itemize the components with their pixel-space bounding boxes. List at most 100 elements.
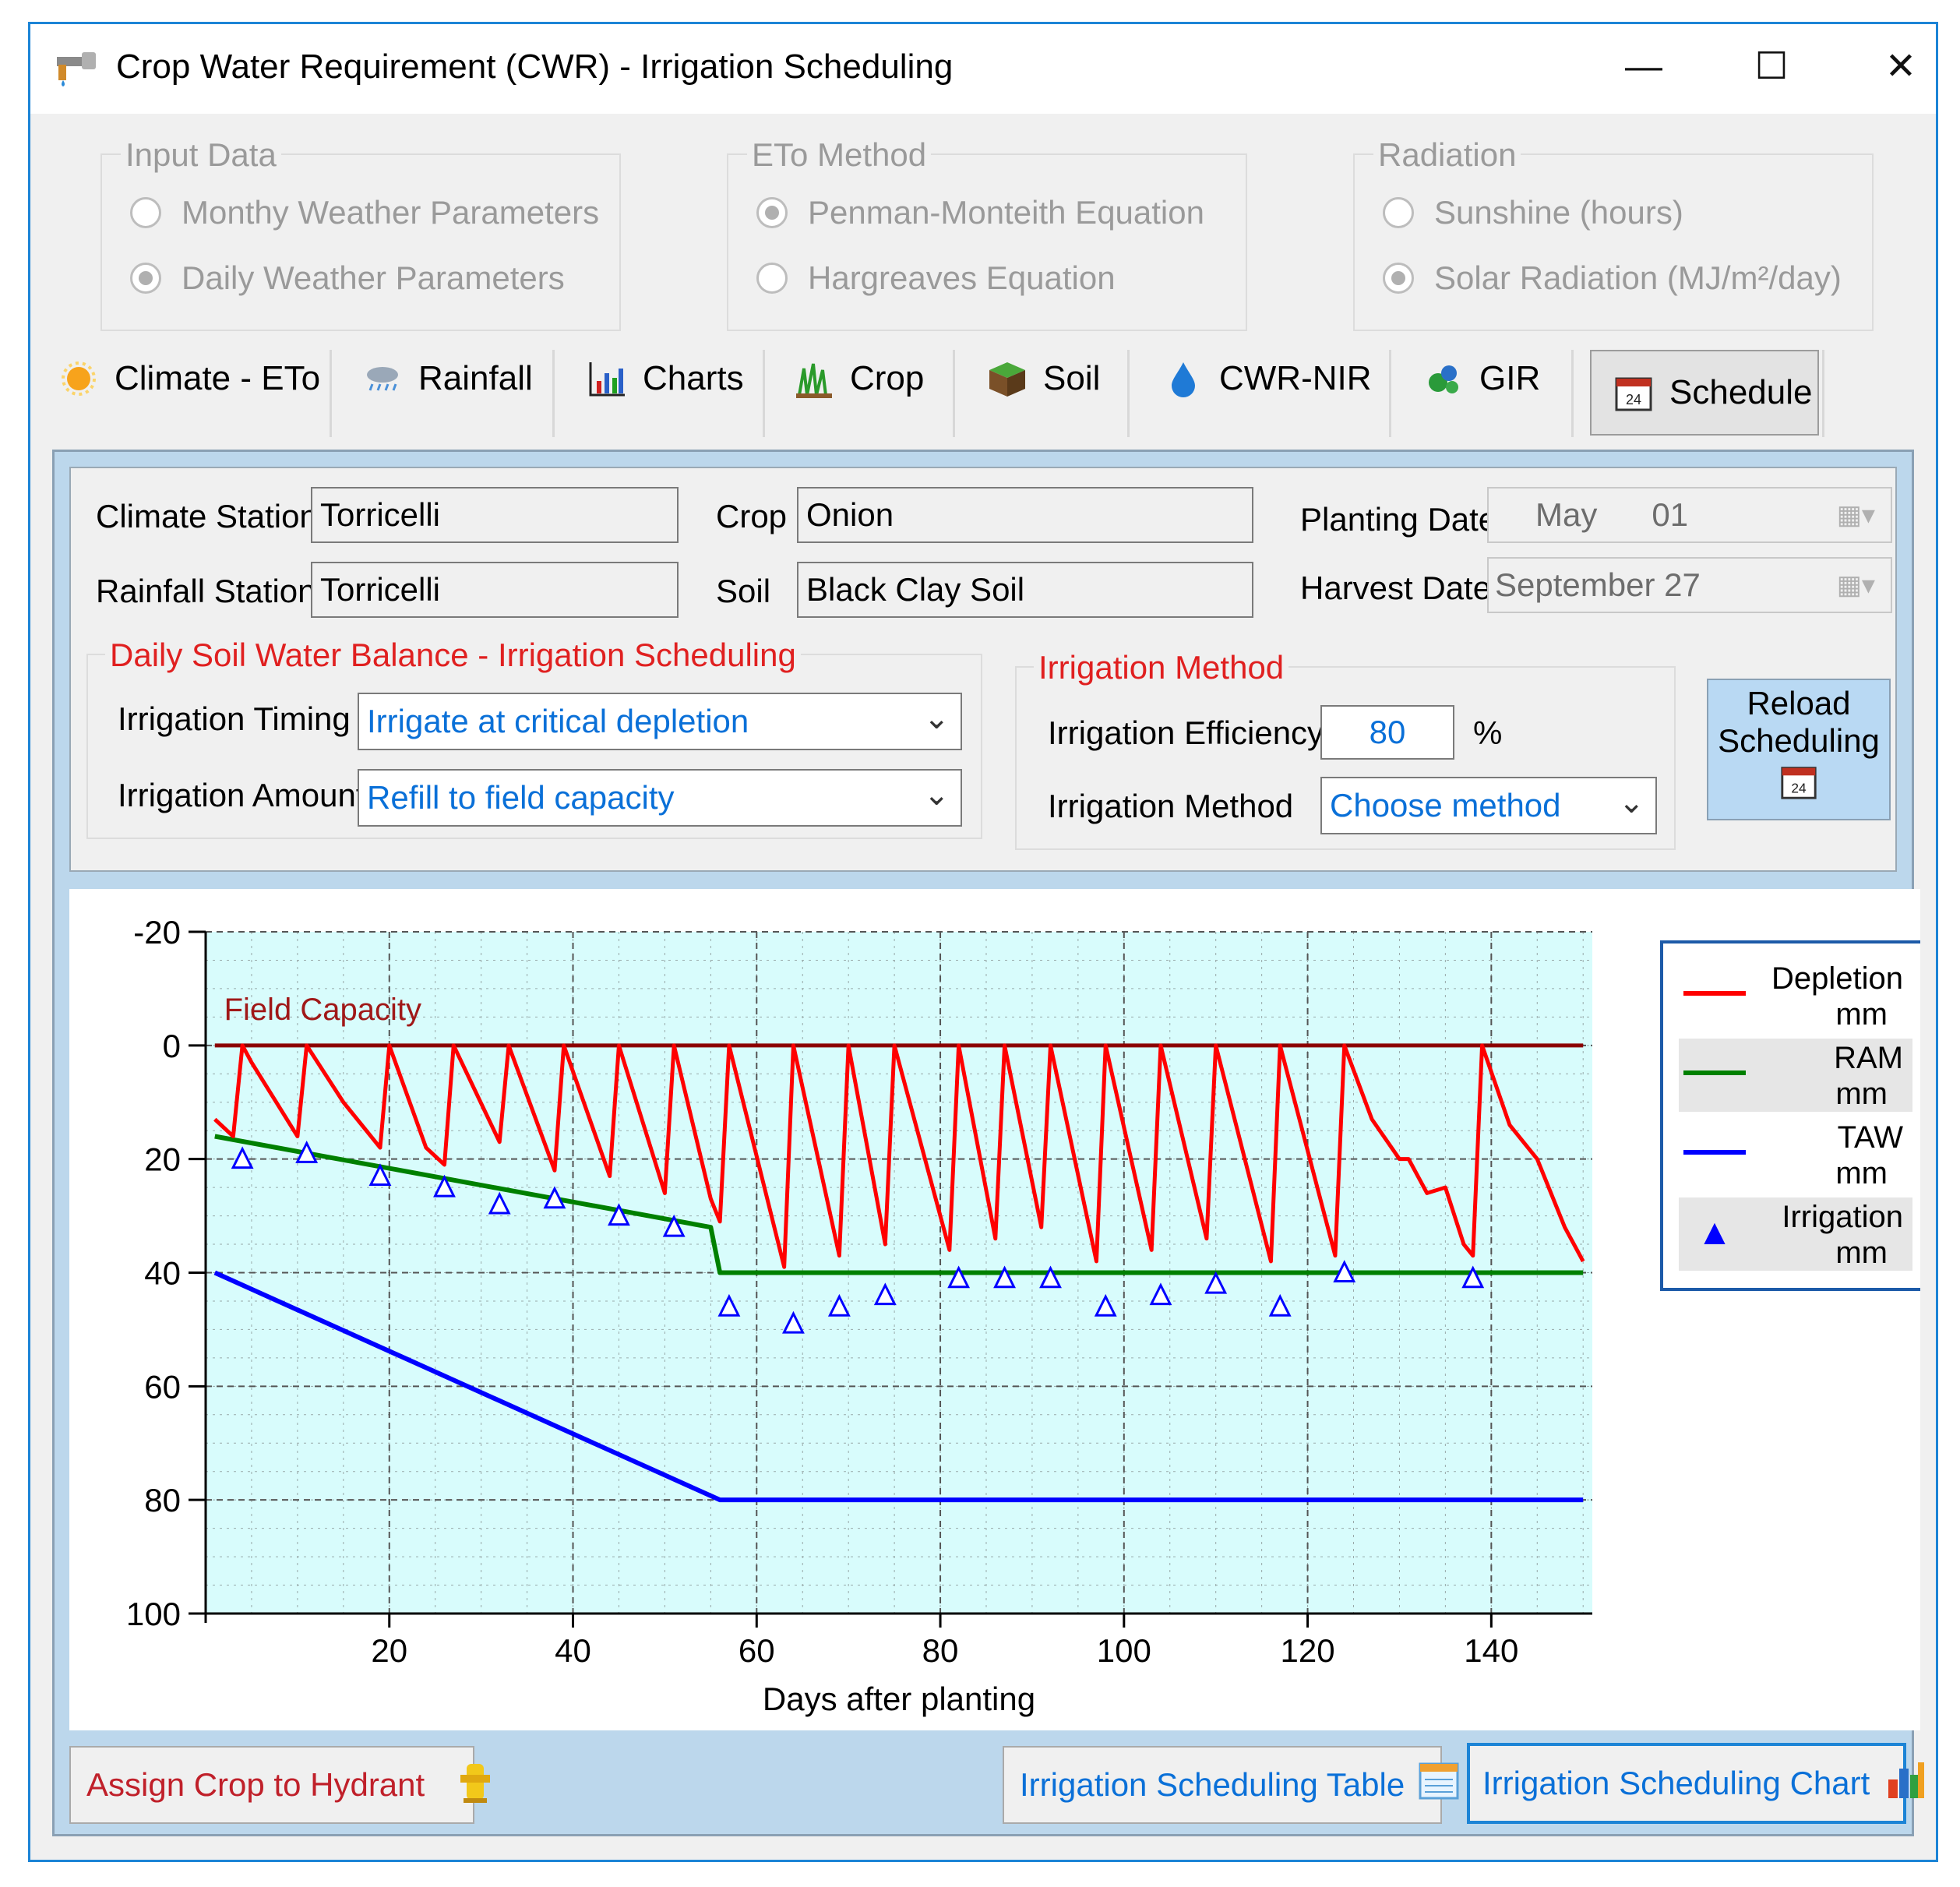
- planting-date-label: Planting Date: [1300, 501, 1497, 538]
- legend-unit: mm: [1835, 1236, 1888, 1270]
- legend-label: RAM: [1834, 1041, 1903, 1075]
- radio-sunshine[interactable]: Sunshine (hours): [1383, 194, 1683, 231]
- y-tick-label: 20: [144, 1141, 181, 1178]
- bar-chart-icon: [585, 357, 629, 400]
- y-tick-label: 0: [163, 1028, 181, 1064]
- assign-crop-to-hydrant-button[interactable]: Assign Crop to Hydrant: [69, 1746, 491, 1824]
- y-tick-label: 80: [144, 1482, 181, 1518]
- tab-divider: [1822, 350, 1824, 437]
- radio-selected-icon: [130, 263, 161, 294]
- tab-charts[interactable]: Charts: [585, 344, 744, 414]
- tab-divider: [1389, 350, 1391, 437]
- rainfall-station-label: Rainfall Station: [96, 573, 316, 609]
- efficiency-unit-label: %: [1473, 714, 1503, 751]
- irrigation-timing-select[interactable]: Irrigate at critical depletion ⌄: [358, 693, 962, 750]
- legend-label: TAW: [1838, 1120, 1904, 1155]
- irrigation-efficiency-input[interactable]: 80: [1320, 705, 1454, 760]
- x-tick-label: 140: [1464, 1632, 1518, 1669]
- chevron-down-icon: ⌄: [1618, 785, 1644, 820]
- radio-daily-weather[interactable]: Daily Weather Parameters: [130, 259, 565, 297]
- x-tick-label: 100: [1097, 1632, 1151, 1669]
- sun-icon: [57, 357, 100, 400]
- irrigation-scheduling-chart-button[interactable]: Irrigation Scheduling Chart: [1467, 1743, 1925, 1824]
- irrigation-amount-select[interactable]: Refill to field capacity ⌄: [358, 769, 962, 827]
- irrigation-method-select[interactable]: Choose method ⌄: [1320, 777, 1657, 834]
- maximize-button[interactable]: ☐: [1729, 32, 1814, 102]
- climate-station-field[interactable]: Torricelli: [311, 487, 679, 543]
- radio-selected-icon: [1383, 263, 1414, 294]
- x-axis-label: Days after planting: [763, 1681, 1035, 1717]
- irrigation-efficiency-label: Irrigation Efficiency: [1048, 714, 1324, 751]
- radio-monthly-weather[interactable]: Monthy Weather Parameters: [130, 194, 599, 231]
- chevron-down-icon: ⌄: [923, 778, 950, 812]
- svg-text:24: 24: [1626, 392, 1641, 407]
- soil-field[interactable]: Black Clay Soil: [797, 562, 1253, 618]
- chart-svg: -20 0 20 40 60 80 100 20 40 60 80 100 120 140 Days aft…: [126, 914, 1931, 1717]
- legend-label: Irrigation: [1782, 1200, 1903, 1234]
- gir-icon: [1422, 357, 1465, 400]
- app-icon: [54, 46, 100, 88]
- y-tick-label: 60: [144, 1368, 181, 1405]
- tab-gir[interactable]: GIR: [1422, 344, 1540, 414]
- planting-date-picker[interactable]: May 01 ▦▾: [1487, 487, 1892, 543]
- tab-rainfall[interactable]: Rainfall: [361, 344, 533, 414]
- tab-divider: [763, 350, 765, 437]
- calendar-icon: 24: [1708, 761, 1889, 809]
- close-button[interactable]: ✕: [1858, 32, 1944, 102]
- irrigation-method-group-label: Irrigation Method: [1034, 649, 1289, 686]
- soil-label: Soil: [716, 573, 771, 609]
- calendar-dropdown-icon: ▦▾: [1836, 500, 1875, 530]
- tab-cwr-nir[interactable]: CWR-NIR: [1162, 344, 1372, 414]
- tab-divider: [552, 350, 555, 437]
- radio-icon: [130, 197, 161, 228]
- legend-label: Depletion: [1771, 961, 1903, 996]
- eto-method-group: [727, 153, 1247, 331]
- table-icon: [1417, 1759, 1461, 1811]
- window-title: Crop Water Requirement (CWR) - Irrigatio…: [116, 48, 954, 86]
- x-tick-label: 20: [371, 1632, 407, 1669]
- tab-crop[interactable]: Crop: [792, 344, 924, 414]
- irrigation-method-label: Irrigation Method: [1048, 788, 1294, 824]
- svg-text:24: 24: [1791, 780, 1807, 795]
- rainfall-station-field[interactable]: Torricelli: [311, 562, 679, 618]
- x-tick-label: 80: [922, 1632, 959, 1669]
- field-capacity-annotation: Field Capacity: [224, 993, 421, 1027]
- title-bar: Crop Water Requirement (CWR) - Irrigatio…: [30, 24, 1936, 114]
- reload-scheduling-button[interactable]: Reload Scheduling 24: [1707, 679, 1891, 820]
- legend-unit: mm: [1835, 997, 1888, 1032]
- y-tick-label: -20: [133, 914, 181, 951]
- minimize-button[interactable]: —: [1601, 32, 1687, 102]
- legend-unit: mm: [1835, 1077, 1888, 1111]
- tab-soil[interactable]: Soil: [985, 344, 1100, 414]
- chart-icon: [1884, 1758, 1927, 1809]
- irrigation-timing-label: Irrigation Timing: [118, 700, 351, 737]
- tab-divider: [1571, 350, 1574, 437]
- main-window: Crop Water Requirement (CWR) - Irrigatio…: [28, 22, 1938, 1862]
- tab-schedule[interactable]: 24 Schedule: [1590, 350, 1819, 436]
- rain-icon: [361, 357, 404, 400]
- x-tick-label: 60: [739, 1632, 775, 1669]
- input-data-label: Input Data: [121, 136, 281, 174]
- crop-label: Crop: [716, 498, 788, 534]
- calendar-icon: 24: [1612, 371, 1655, 414]
- input-data-group: [100, 153, 621, 331]
- eto-method-label: ETo Method: [747, 136, 932, 174]
- radio-hargreaves[interactable]: Hargreaves Equation: [756, 259, 1116, 297]
- tab-divider: [330, 350, 332, 437]
- radio-icon: [1383, 197, 1414, 228]
- x-tick-label: 120: [1281, 1632, 1335, 1669]
- radio-penman-monteith[interactable]: Penman-Monteith Equation: [756, 194, 1204, 231]
- y-tick-label: 40: [144, 1255, 181, 1292]
- soil-balance-label: Daily Soil Water Balance - Irrigation Sc…: [105, 637, 801, 674]
- radio-selected-icon: [756, 197, 788, 228]
- hydrant-icon: [456, 1758, 495, 1812]
- calendar-dropdown-icon: ▦▾: [1836, 570, 1875, 600]
- radio-solar-radiation[interactable]: Solar Radiation (MJ/m²/day): [1383, 259, 1842, 297]
- irrigation-scheduling-table-button[interactable]: Irrigation Scheduling Table: [1003, 1746, 1459, 1824]
- radiation-group: [1353, 153, 1874, 331]
- climate-station-label: Climate Station: [96, 498, 318, 534]
- tab-climate-eto[interactable]: Climate - ETo: [57, 344, 320, 414]
- soil-icon: [985, 357, 1029, 400]
- harvest-date-picker[interactable]: September 27 ▦▾: [1487, 557, 1892, 613]
- crop-field[interactable]: Onion: [797, 487, 1253, 543]
